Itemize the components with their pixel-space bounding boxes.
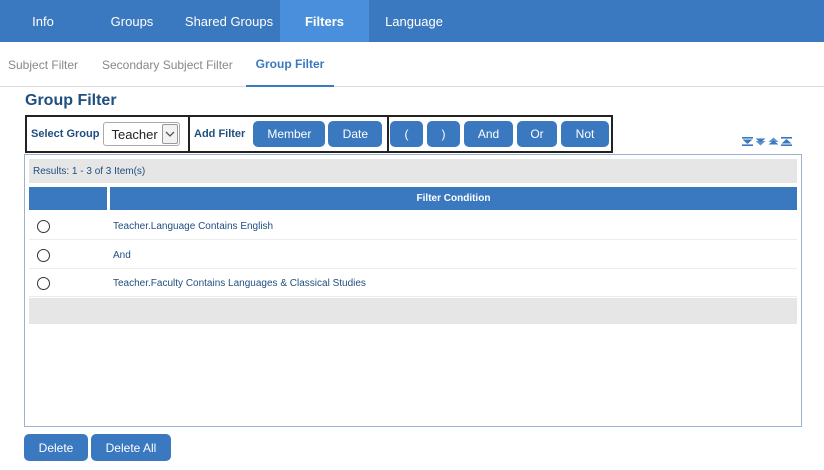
tab-groups-label: Groups [110, 13, 154, 29]
operators-section: ( ) And Or Not [387, 117, 611, 151]
member-button[interactable]: Member [253, 121, 326, 147]
move-up-icon[interactable] [768, 137, 779, 146]
tab-shared-groups-label: Shared Groups [184, 13, 274, 29]
close-paren-button[interactable]: ) [427, 121, 460, 147]
row-radio[interactable] [37, 249, 50, 262]
filter-toolbar: Select Group Teacher Add Filter Member D… [25, 115, 613, 153]
select-group-dropdown[interactable]: Teacher [103, 122, 181, 146]
tab-language-label: Language [385, 13, 443, 29]
subtab-group-filter-label: Group Filter [255, 56, 325, 71]
tab-info[interactable]: Info [0, 0, 86, 42]
sub-tabs: Subject Filter Secondary Subject Filter … [0, 42, 824, 87]
tab-filters[interactable]: Filters [280, 0, 369, 42]
subtab-subject-filter-label: Subject Filter [8, 57, 79, 72]
not-button[interactable]: Not [561, 121, 609, 147]
filter-condition-cell: And [113, 249, 131, 261]
or-button[interactable]: Or [517, 121, 557, 147]
filter-grid: Results: 1 - 3 of 3 Item(s) Filter Condi… [24, 154, 802, 427]
subtab-subject-filter[interactable]: Subject Filter [8, 42, 78, 87]
action-buttons: Delete Delete All [24, 434, 171, 461]
row-radio[interactable] [37, 277, 50, 290]
tab-language[interactable]: Language [369, 0, 459, 42]
filter-condition-cell: Teacher.Language Contains English [113, 220, 274, 232]
chevron-down-icon [162, 124, 179, 144]
row-move-controls [742, 137, 792, 146]
add-filter-section: Add Filter Member Date [188, 117, 387, 151]
grid-footer [29, 298, 797, 324]
move-top-icon[interactable] [781, 137, 792, 146]
delete-button[interactable]: Delete [24, 434, 88, 461]
date-button[interactable]: Date [328, 121, 383, 147]
tab-shared-groups[interactable]: Shared Groups [178, 0, 280, 42]
tab-groups[interactable]: Groups [86, 0, 178, 42]
add-filter-label: Add Filter [194, 128, 246, 140]
filter-condition-cell: Teacher.Faculty Contains Languages & Cla… [113, 277, 366, 289]
select-group-value: Teacher [111, 126, 158, 142]
results-summary: Results: 1 - 3 of 3 Item(s) [29, 159, 797, 183]
row-radio[interactable] [37, 220, 50, 233]
table-row[interactable]: Teacher.Language Contains English [29, 212, 797, 240]
select-column-header [29, 187, 107, 210]
page-title: Group Filter [25, 92, 117, 109]
tab-filters-label: Filters [304, 13, 344, 29]
open-paren-button[interactable]: ( [390, 121, 423, 147]
select-group-label: Select Group [31, 128, 100, 140]
and-button[interactable]: And [464, 121, 513, 147]
move-bottom-icon[interactable] [742, 137, 753, 146]
top-nav: Info Groups Shared Groups Filters Langua… [0, 0, 824, 42]
filter-condition-header: Filter Condition [110, 187, 797, 210]
delete-all-button[interactable]: Delete All [91, 434, 171, 461]
subtab-group-filter[interactable]: Group Filter [246, 42, 334, 87]
move-down-icon[interactable] [755, 137, 766, 146]
select-group-section: Select Group Teacher [27, 117, 188, 151]
table-row[interactable]: Teacher.Faculty Contains Languages & Cla… [29, 269, 797, 297]
table-row[interactable]: And [29, 241, 797, 269]
tab-info-label: Info [32, 13, 54, 29]
subtab-secondary-subject-filter[interactable]: Secondary Subject Filter [102, 42, 233, 87]
subtab-secondary-subject-filter-label: Secondary Subject Filter [102, 57, 233, 72]
